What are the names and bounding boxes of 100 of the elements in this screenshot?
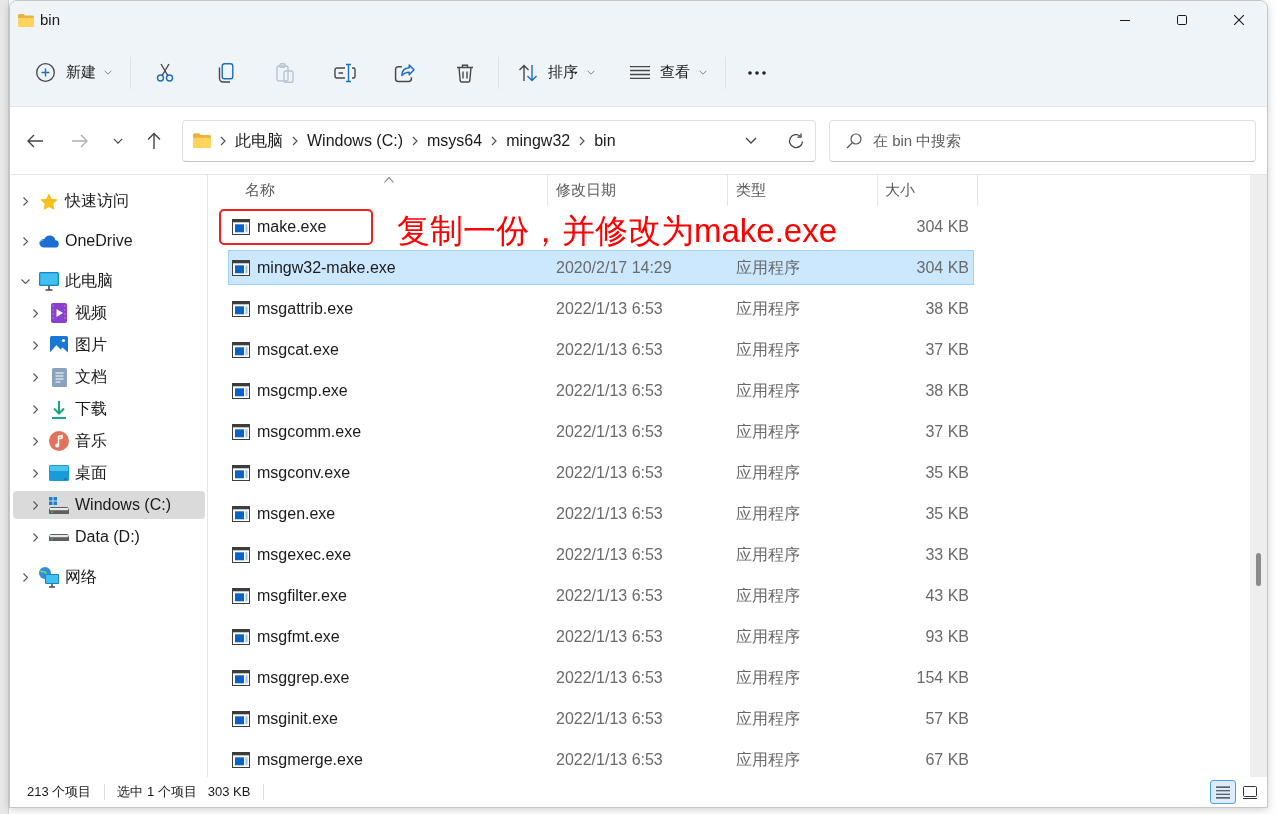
modified-date: 2022/1/13 6:53	[556, 750, 663, 768]
download-icon	[51, 399, 67, 419]
video-icon	[51, 303, 67, 323]
nav-pane-item[interactable]: 下载	[13, 395, 205, 423]
chevron-right-icon[interactable]	[32, 500, 38, 510]
close-icon	[1233, 15, 1244, 25]
clipboard-icon	[276, 62, 294, 83]
chevron-right-icon[interactable]	[220, 135, 226, 146]
breadcrumb-item[interactable]: Windows (C:)	[307, 128, 403, 153]
breadcrumb-item[interactable]: msys64	[427, 128, 483, 153]
chevron-right-icon[interactable]	[22, 236, 28, 246]
view-button[interactable]: 查看	[620, 52, 712, 93]
nav-pane-item[interactable]: 图片	[13, 331, 205, 359]
new-button[interactable]: 新建	[27, 52, 120, 93]
chevron-right-icon[interactable]	[412, 135, 418, 146]
breadcrumb-item[interactable]: bin	[594, 128, 616, 153]
file-row[interactable]: msgfilter.exe 2022/1/13 6:53 应用程序 43 KB	[228, 575, 974, 616]
nav-pane-item[interactable]: 此电脑	[13, 267, 205, 295]
nav-pane-item[interactable]: 音乐	[13, 427, 205, 455]
nav-pane-item[interactable]: Windows (C:)	[13, 491, 205, 519]
chevron-right-icon[interactable]	[32, 308, 38, 318]
scrollbar-track[interactable]	[1250, 175, 1267, 777]
nav-pane-item[interactable]: 网络	[13, 563, 205, 591]
application-icon	[232, 546, 250, 563]
chevron-right-icon[interactable]	[32, 436, 38, 446]
file-row[interactable]: make.exe 复制一份，并修改为make.exe 304 KB	[228, 206, 974, 247]
file-size: 35 KB	[925, 462, 969, 483]
file-row[interactable]: msgen.exe 2022/1/13 6:53 应用程序 35 KB	[228, 493, 974, 534]
details-view-button[interactable]	[1210, 780, 1236, 804]
file-row[interactable]: msgfmt.exe 2022/1/13 6:53 应用程序 93 KB	[228, 616, 974, 657]
nav-pane-item[interactable]: 桌面	[13, 459, 205, 487]
chevron-right-icon[interactable]	[32, 404, 38, 414]
chevron-right-icon[interactable]	[32, 372, 38, 382]
file-row[interactable]: mingw32-make.exe 2020/2/17 14:29 应用程序 304 KB	[228, 250, 974, 285]
scrollbar-thumb[interactable]	[1256, 553, 1261, 586]
column-header[interactable]: 大小	[878, 175, 978, 206]
modified-date: 2020/2/17 14:29	[556, 258, 672, 276]
column-header[interactable]: 类型	[728, 175, 878, 206]
folder-icon	[18, 13, 34, 27]
nav-pane-item[interactable]: Data (D:)	[13, 523, 205, 551]
file-size: 33 KB	[925, 544, 969, 565]
file-type: 应用程序	[736, 299, 800, 317]
chevron-right-icon[interactable]	[22, 572, 28, 582]
share-icon	[394, 62, 416, 83]
drive-icon	[49, 496, 69, 514]
sort-button[interactable]: 排序	[508, 52, 600, 93]
application-icon	[232, 628, 250, 645]
column-header[interactable]: 修改日期	[548, 175, 728, 206]
selection-size: 303 KB	[207, 783, 251, 802]
chevron-right-icon[interactable]	[491, 135, 498, 146]
modified-date: 2022/1/13 6:53	[556, 340, 663, 358]
file-row[interactable]: msgcomm.exe 2022/1/13 6:53 应用程序 37 KB	[228, 411, 974, 452]
file-size: 304 KB	[916, 216, 969, 237]
chevron-right-icon[interactable]	[22, 196, 28, 206]
column-header[interactable]: 名称	[228, 175, 548, 206]
details-view-icon	[1216, 785, 1230, 799]
search-icon	[846, 132, 862, 149]
scissors-icon	[155, 62, 175, 83]
address-bar[interactable]: 此电脑 Windows (C:) msys64 mingw32 bin	[182, 119, 816, 162]
file-row[interactable]: msginit.exe 2022/1/13 6:53 应用程序 57 KB	[228, 698, 974, 739]
window-title: bin	[40, 9, 61, 30]
selection-count: 选中 1 个项目	[117, 783, 197, 802]
modified-date: 2022/1/13 6:53	[556, 668, 663, 686]
chevron-right-icon[interactable]	[292, 135, 298, 146]
more-icon	[748, 70, 766, 75]
nav-pane-item[interactable]: 视频	[13, 299, 205, 327]
back-arrow-icon	[27, 133, 43, 148]
file-size: 38 KB	[925, 380, 969, 401]
file-type: 应用程序	[736, 545, 800, 563]
file-name: msgcmp.exe	[257, 380, 348, 401]
file-type: 应用程序	[736, 586, 800, 604]
application-icon	[232, 669, 250, 686]
file-name: msgexec.exe	[257, 544, 352, 565]
breadcrumb-item[interactable]: mingw32	[506, 128, 571, 153]
file-row[interactable]: msgcmp.exe 2022/1/13 6:53 应用程序 38 KB	[228, 370, 974, 411]
file-size: 37 KB	[925, 421, 969, 442]
file-row[interactable]: msgexec.exe 2022/1/13 6:53 应用程序 33 KB	[228, 534, 974, 575]
nav-pane-item[interactable]: 快速访问	[13, 187, 205, 215]
file-name: msgen.exe	[257, 503, 336, 524]
chevron-right-icon[interactable]	[579, 135, 586, 146]
modified-date: 2022/1/13 6:53	[556, 545, 663, 563]
nav-pane-item[interactable]: OneDrive	[13, 227, 205, 255]
file-row[interactable]: msgconv.exe 2022/1/13 6:53 应用程序 35 KB	[228, 452, 974, 493]
minimize-icon	[1119, 19, 1130, 21]
search-field[interactable]: 在 bin 中搜索	[829, 119, 1256, 162]
file-size: 93 KB	[925, 626, 969, 647]
file-row[interactable]: msggrep.exe 2022/1/13 6:53 应用程序 154 KB	[228, 657, 974, 698]
file-row[interactable]: msgcat.exe 2022/1/13 6:53 应用程序 37 KB	[228, 329, 974, 370]
file-name: msgconv.exe	[257, 462, 351, 483]
nav-pane-item[interactable]: 文档	[13, 363, 205, 391]
chevron-right-icon[interactable]	[32, 468, 38, 478]
chevron-down-icon[interactable]	[20, 278, 30, 284]
file-type: 应用程序	[736, 668, 800, 686]
file-type: 应用程序	[736, 381, 800, 399]
file-row[interactable]: msgattrib.exe 2022/1/13 6:53 应用程序 38 KB	[228, 288, 974, 329]
breadcrumb-item[interactable]: 此电脑	[235, 128, 283, 153]
file-row[interactable]: msgmerge.exe 2022/1/13 6:53 应用程序 67 KB	[228, 739, 974, 777]
modified-date: 2022/1/13 6:53	[556, 463, 663, 481]
chevron-right-icon[interactable]	[32, 532, 38, 542]
chevron-right-icon[interactable]	[32, 340, 38, 350]
